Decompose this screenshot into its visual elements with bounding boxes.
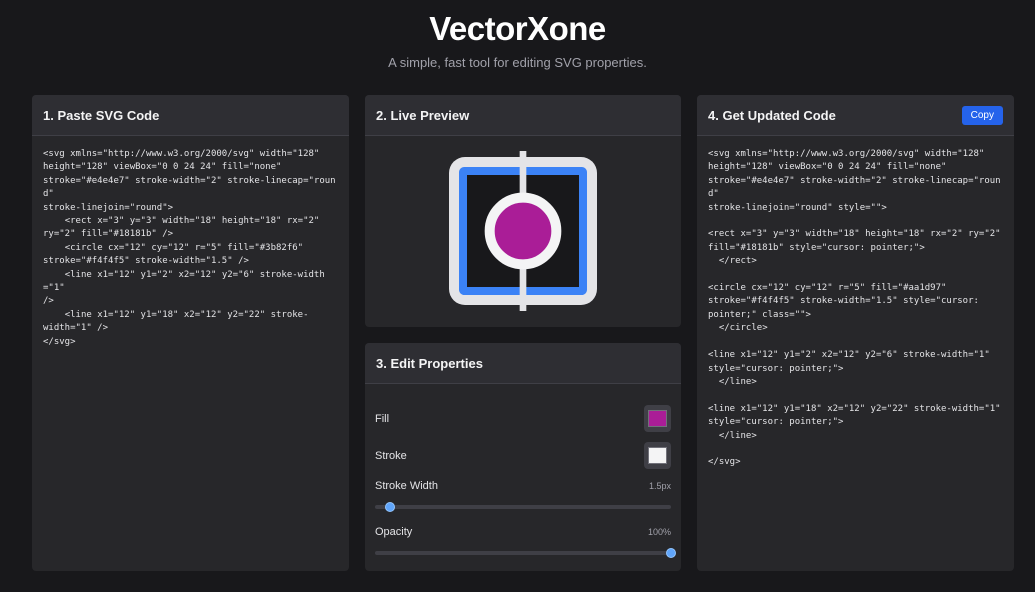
stroke-width-label: Stroke Width [375,480,438,492]
opacity-slider-thumb[interactable] [666,548,676,558]
app-title: VectorXone [429,10,606,47]
live-preview-panel: 2. Live Preview [365,95,681,327]
updated-panel-header: 4. Get Updated Code Copy [697,95,1014,136]
props-panel-title: 3. Edit Properties [376,355,483,371]
preview-circle[interactable] [484,192,562,270]
copy-button[interactable]: Copy [961,105,1003,125]
stroke-label: Stroke [375,449,407,462]
stroke-width-value: 1.5px [648,481,671,491]
paste-svg-panel: 1. Paste SVG Code <svg xmlns="http://www… [32,95,349,571]
stroke-width-slider-thumb[interactable] [384,502,395,512]
paste-panel-title: 1. Paste SVG Code [43,107,160,123]
opacity-label: Opacity [375,526,413,538]
opacity-slider[interactable] [375,548,676,558]
stroke-color-picker[interactable] [644,442,671,469]
stroke-width-row: Stroke Width 1.5px [375,480,671,492]
fill-label: Fill [375,412,390,425]
preview-panel-header: 2. Live Preview [365,95,681,136]
props-panel-header: 3. Edit Properties [365,343,681,384]
preview-canvas [365,136,681,326]
stroke-width-slider[interactable] [375,502,671,512]
fill-color-picker[interactable] [644,405,671,432]
updated-panel-title: 4. Get Updated Code [708,107,836,123]
stroke-swatch [648,447,667,464]
preview-panel-title: 2. Live Preview [376,107,470,123]
paste-panel-header: 1. Paste SVG Code [32,95,349,136]
updated-svg-code[interactable]: <svg xmlns="http://www.w3.org/2000/svg" … [697,136,1014,482]
fill-row: Fill [375,405,671,432]
fill-swatch [648,410,667,427]
opacity-row: Opacity 100% [375,526,671,538]
preview-svg [449,151,597,311]
edit-properties-panel: 3. Edit Properties Fill Stroke Stroke Wi… [365,343,681,571]
opacity-value: 100% [647,527,671,537]
svg-code-input[interactable]: <svg xmlns="http://www.w3.org/2000/svg" … [32,136,349,361]
stroke-row: Stroke [375,442,671,469]
updated-code-panel: 4. Get Updated Code Copy <svg xmlns="htt… [697,95,1014,571]
app-subtitle: A simple, fast tool for editing SVG prop… [388,55,647,70]
